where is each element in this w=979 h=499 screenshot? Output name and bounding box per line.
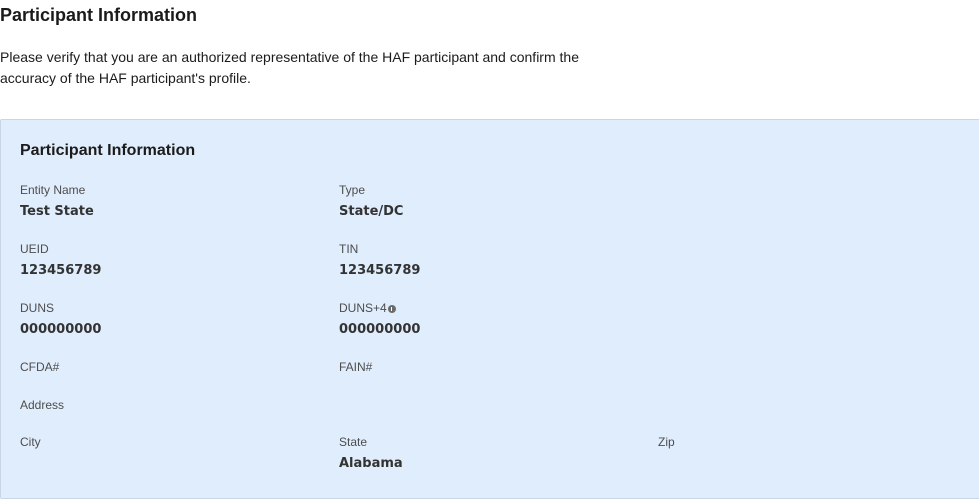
participant-info-card: Participant Information Entity Name Test… [0,119,979,499]
type-value: State/DC [339,204,404,219]
ueid-value: 123456789 [20,263,102,278]
fain-field: FAIN# [339,360,372,381]
duns-label: DUNS [20,301,55,315]
duns4-label: DUNS+4 [339,301,387,315]
duns4-field: DUNS+4 000000000 [339,301,420,337]
ueid-field: UEID 123456789 [20,242,101,278]
zip-label: Zip [658,435,675,449]
duns-value: 000000000 [20,322,102,337]
fain-label: FAIN# [339,360,373,374]
tin-field: TIN 123456789 [339,242,420,278]
type-field: Type State/DC [339,183,403,219]
duns4-value: 000000000 [339,322,421,337]
type-label: Type [339,183,366,197]
city-field: City [20,435,41,456]
cfda-field: CFDA# [20,360,59,381]
address-label: Address [20,398,65,412]
state-field: State Alabama [339,435,403,471]
tin-value: 123456789 [339,263,421,278]
ueid-label: UEID [20,242,49,256]
state-value: Alabama [339,456,403,471]
entity-name-field: Entity Name Test State [20,183,94,219]
address-field: Address [20,398,64,419]
card-title: Participant Information [20,142,196,159]
info-icon[interactable] [387,305,396,313]
duns-field: DUNS 000000000 [20,301,101,337]
tin-label: TIN [339,242,359,256]
cfda-label: CFDA# [20,360,60,374]
state-label: State [339,435,368,449]
entity-name-value: Test State [20,204,94,219]
intro-text: Please verify that you are an authorized… [0,49,579,86]
entity-name-label: Entity Name [20,183,86,197]
page-title: Participant Information [0,5,198,25]
city-label: City [20,435,41,449]
zip-field: Zip [658,435,675,456]
